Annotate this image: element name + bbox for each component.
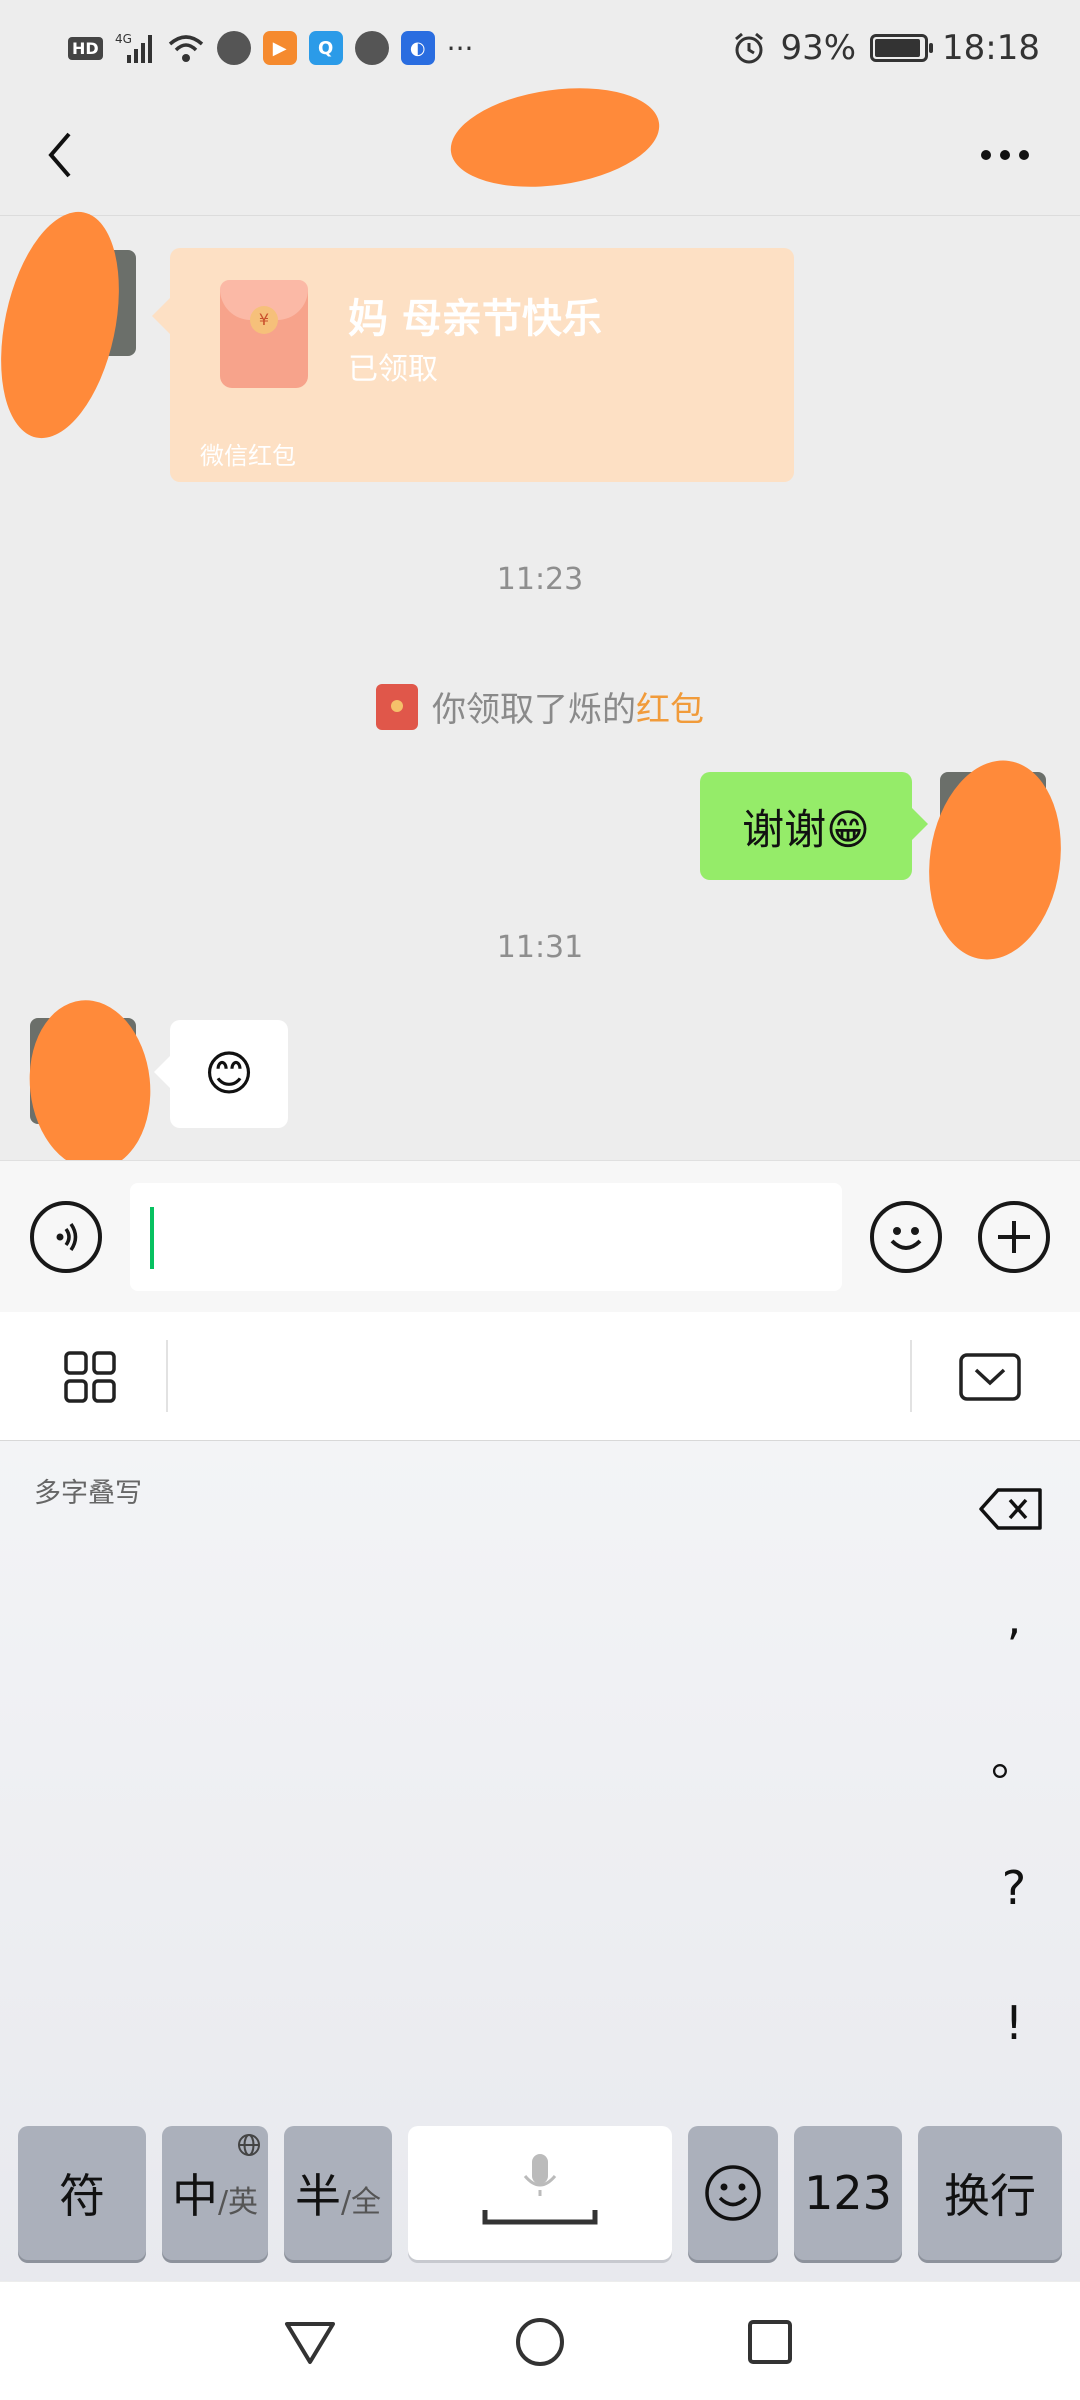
more-notifications: ··· [446, 31, 474, 65]
message-input[interactable] [130, 1183, 842, 1291]
nav-home-button[interactable] [500, 2310, 580, 2374]
chinese-english-key[interactable]: 中/英 [162, 2126, 268, 2260]
red-packet-status: 已领取 [348, 352, 438, 387]
app-icon [216, 31, 251, 65]
status-icons-left: HD 4G ▶ Q ◐ ··· [68, 26, 473, 70]
text-cursor [150, 1207, 154, 1269]
chat-header [0, 75, 1080, 216]
system-message-text: 你领取了烁的 [432, 690, 636, 730]
navigation-bar [0, 2282, 1080, 2400]
triangle-back-icon [285, 2322, 335, 2364]
status-bar: HD 4G ▶ Q ◐ ··· 93% 18:18 [0, 0, 1080, 95]
collapse-keyboard-icon [959, 1353, 1021, 1401]
globe-icon [238, 2134, 260, 2156]
emoji-button[interactable] [870, 1201, 942, 1273]
clock: 18:18 [942, 28, 1040, 68]
chat-app-icon [354, 31, 389, 65]
punct-key-comma[interactable]: , [984, 1591, 1044, 1645]
voice-button[interactable] [30, 1201, 102, 1273]
punct-key-period[interactable]: 。 [984, 1723, 1044, 1789]
video-app-icon: ▶ [262, 31, 297, 65]
punct-key-question[interactable]: ? [984, 1861, 1044, 1915]
status-icons-right: 93% 18:18 [732, 24, 1040, 72]
plus-button[interactable] [978, 1201, 1050, 1273]
nav-recents-button[interactable] [730, 2310, 810, 2374]
redaction-scribble [444, 75, 666, 200]
back-button[interactable] [30, 125, 90, 185]
half-label: 半 [294, 2169, 341, 2223]
keyboard-bottom-row: 符 中/英 半/全 123 换行 [0, 2126, 1080, 2262]
circle-home-icon [516, 2318, 564, 2366]
symbol-key[interactable]: 符 [18, 2126, 146, 2260]
space-voice-key[interactable] [408, 2126, 672, 2260]
timestamp: 11:31 [496, 930, 584, 965]
red-packet-message[interactable]: ¥ 妈 母亲节快乐 已领取 微信红包 [152, 248, 794, 482]
en-label: /英 [217, 2185, 259, 2220]
toolbar-divider [166, 1340, 168, 1412]
symbol-key-label: 符 [59, 2169, 105, 2223]
voice-icon [56, 1223, 78, 1251]
full-label: /全 [340, 2185, 382, 2220]
contact-emoji: 😊 [203, 1046, 255, 1102]
red-packet-title: 妈 母亲节快乐 [348, 296, 602, 342]
plus-icon [998, 1221, 1030, 1253]
more-button[interactable] [970, 125, 1040, 185]
svg-text:4G: 4G [115, 32, 132, 46]
ime-toolbar [0, 1312, 1080, 1441]
my-message-bubble[interactable]: 谢谢😁 [700, 772, 928, 880]
newline-key-label: 换行 [944, 2169, 1036, 2223]
backspace-icon [979, 1488, 1042, 1530]
red-packet-icon: ¥ [220, 280, 308, 388]
punct-key-exclaim[interactable]: ! [984, 1996, 1044, 2050]
nav-back-button[interactable] [270, 2310, 350, 2374]
grid-icon [64, 1351, 116, 1403]
emoji-key[interactable] [688, 2126, 778, 2260]
my-message-text: 谢谢😁 [742, 804, 870, 854]
emoji-icon [705, 2165, 761, 2221]
red-packet-footer: 微信红包 [200, 442, 296, 470]
square-recents-icon [748, 2320, 792, 2364]
red-packet-link[interactable]: 红包 [636, 690, 704, 730]
hide-keyboard-button[interactable] [950, 1342, 1030, 1412]
system-message: 你领取了烁的红包 [0, 682, 1080, 731]
bulb-app-icon: ◐ [400, 31, 435, 65]
handwriting-hint: 多字叠写 [34, 1478, 142, 1509]
alarm-icon [735, 32, 764, 64]
battery-percent: 93% [780, 28, 857, 68]
number-key-label: 123 [804, 2166, 892, 2220]
hd-icon: HD [68, 36, 103, 60]
battery-icon [870, 34, 934, 62]
input-bar [0, 1160, 1080, 1314]
ime-menu-button[interactable] [50, 1342, 130, 1412]
number-key[interactable]: 123 [794, 2126, 902, 2260]
toolbar-divider [910, 1340, 912, 1412]
timestamp: 11:23 [496, 562, 584, 597]
contact-message-bubble[interactable]: 😊 [154, 1020, 288, 1128]
microphone-icon [482, 2154, 598, 2225]
half-full-key[interactable]: 半/全 [284, 2126, 392, 2260]
backspace-key[interactable] [976, 1481, 1046, 1537]
wifi-icon [168, 35, 203, 62]
search-app-icon: Q [308, 31, 343, 65]
red-packet-small-icon [376, 683, 418, 730]
chevron-left-icon [48, 132, 71, 178]
emoji-icon [890, 1227, 922, 1250]
newline-key[interactable]: 换行 [918, 2126, 1062, 2260]
4g-signal-icon: 4G [115, 32, 152, 63]
zh-label: 中 [171, 2169, 218, 2223]
more-dots-icon [981, 150, 1029, 160]
